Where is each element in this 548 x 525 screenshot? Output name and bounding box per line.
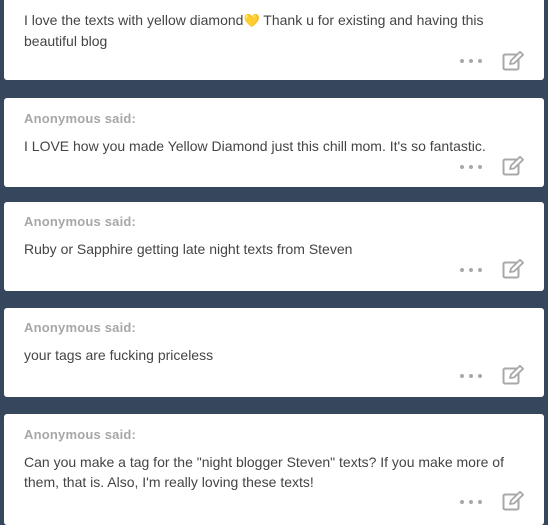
more-options-icon[interactable] [460, 56, 482, 66]
ask-card: Anonymous said: Can you make a tag for t… [4, 414, 544, 525]
more-options-icon[interactable] [460, 497, 482, 507]
more-options-icon[interactable] [460, 371, 482, 381]
edit-icon[interactable] [502, 365, 524, 385]
asker-label: Anonymous said: [24, 111, 137, 126]
more-options-icon[interactable] [460, 162, 482, 172]
ask-card: Anonymous said: Ruby or Sapphire getting… [4, 202, 544, 291]
ask-message: Ruby or Sapphire getting late night text… [24, 241, 353, 257]
ask-message: I LOVE how you made Yellow Diamond just … [24, 138, 486, 154]
more-options-icon[interactable] [460, 265, 482, 275]
asker-label: Anonymous said: [24, 214, 137, 229]
ask-message-text: I love the texts with yellow diamond [24, 12, 244, 28]
edit-icon[interactable] [502, 156, 524, 176]
ask-card: I love the texts with yellow diamond💛 Th… [4, 0, 544, 80]
ask-message: Can you make a tag for the "night blogge… [24, 454, 504, 490]
yellow-heart-icon: 💛 [243, 13, 260, 28]
ask-feed: I love the texts with yellow diamond💛 Th… [0, 0, 548, 525]
edit-icon[interactable] [502, 259, 524, 279]
ask-message: your tags are fucking priceless [24, 347, 214, 363]
edit-icon[interactable] [502, 51, 524, 71]
ask-message: I love the texts with yellow diamond💛 Th… [24, 10, 526, 51]
asker-label: Anonymous said: [24, 427, 137, 442]
ask-card: Anonymous said: I LOVE how you made Yell… [4, 98, 544, 187]
ask-card: Anonymous said: your tags are fucking pr… [4, 308, 544, 397]
edit-icon[interactable] [502, 491, 524, 511]
asker-label: Anonymous said: [24, 320, 137, 335]
